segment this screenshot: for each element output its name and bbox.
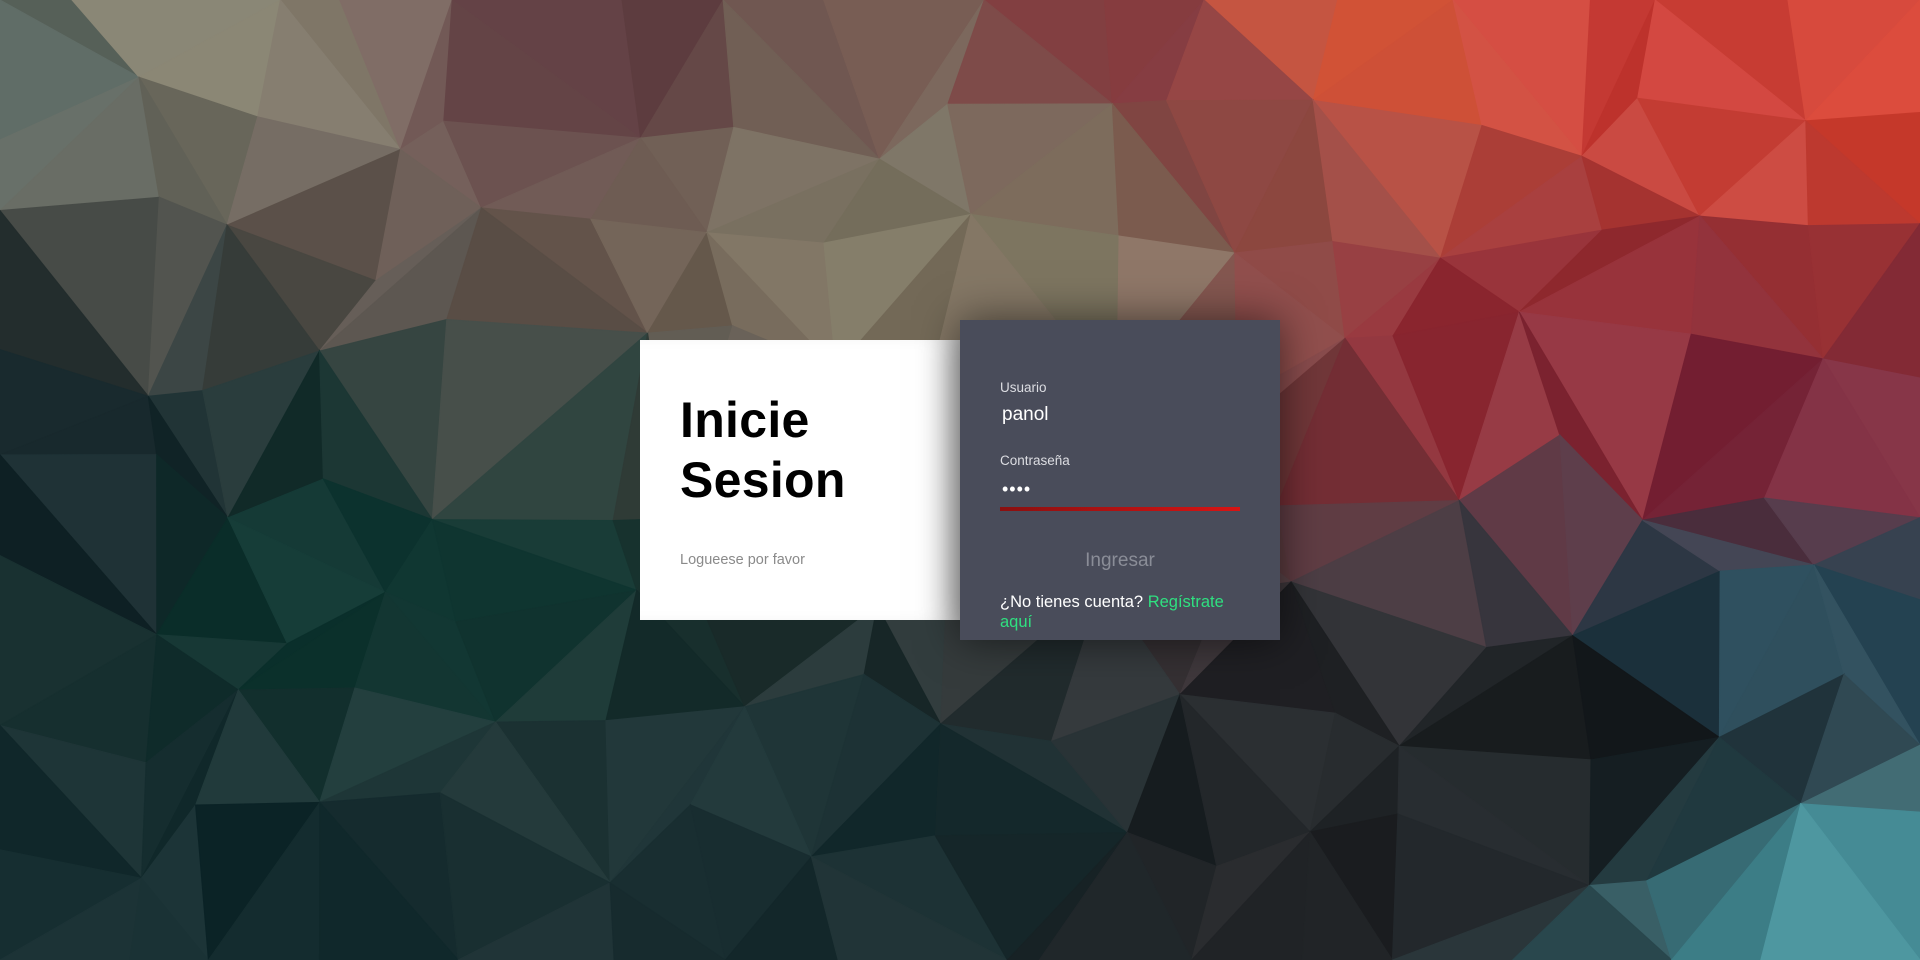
login-form: Usuario Contraseña Ingresar ¿No tienes c… <box>960 320 1280 640</box>
register-prompt: ¿No tienes cuenta? Regístrate aquí <box>1000 592 1240 632</box>
username-label: Usuario <box>1000 380 1047 395</box>
page-title: Inicie Sesion <box>680 392 846 508</box>
login-page: Inicie Sesion Logueese por favor Usuario… <box>0 0 1920 960</box>
intro-card: Inicie Sesion Logueese por favor <box>640 340 960 620</box>
password-error-underline <box>1000 507 1240 511</box>
password-input[interactable] <box>1000 476 1240 502</box>
password-label: Contraseña <box>1000 453 1070 468</box>
username-input[interactable] <box>1000 402 1240 428</box>
page-subtitle: Logueese por favor <box>680 552 805 568</box>
register-prompt-text: ¿No tienes cuenta? <box>1000 593 1144 611</box>
login-button[interactable]: Ingresar <box>1000 548 1240 574</box>
